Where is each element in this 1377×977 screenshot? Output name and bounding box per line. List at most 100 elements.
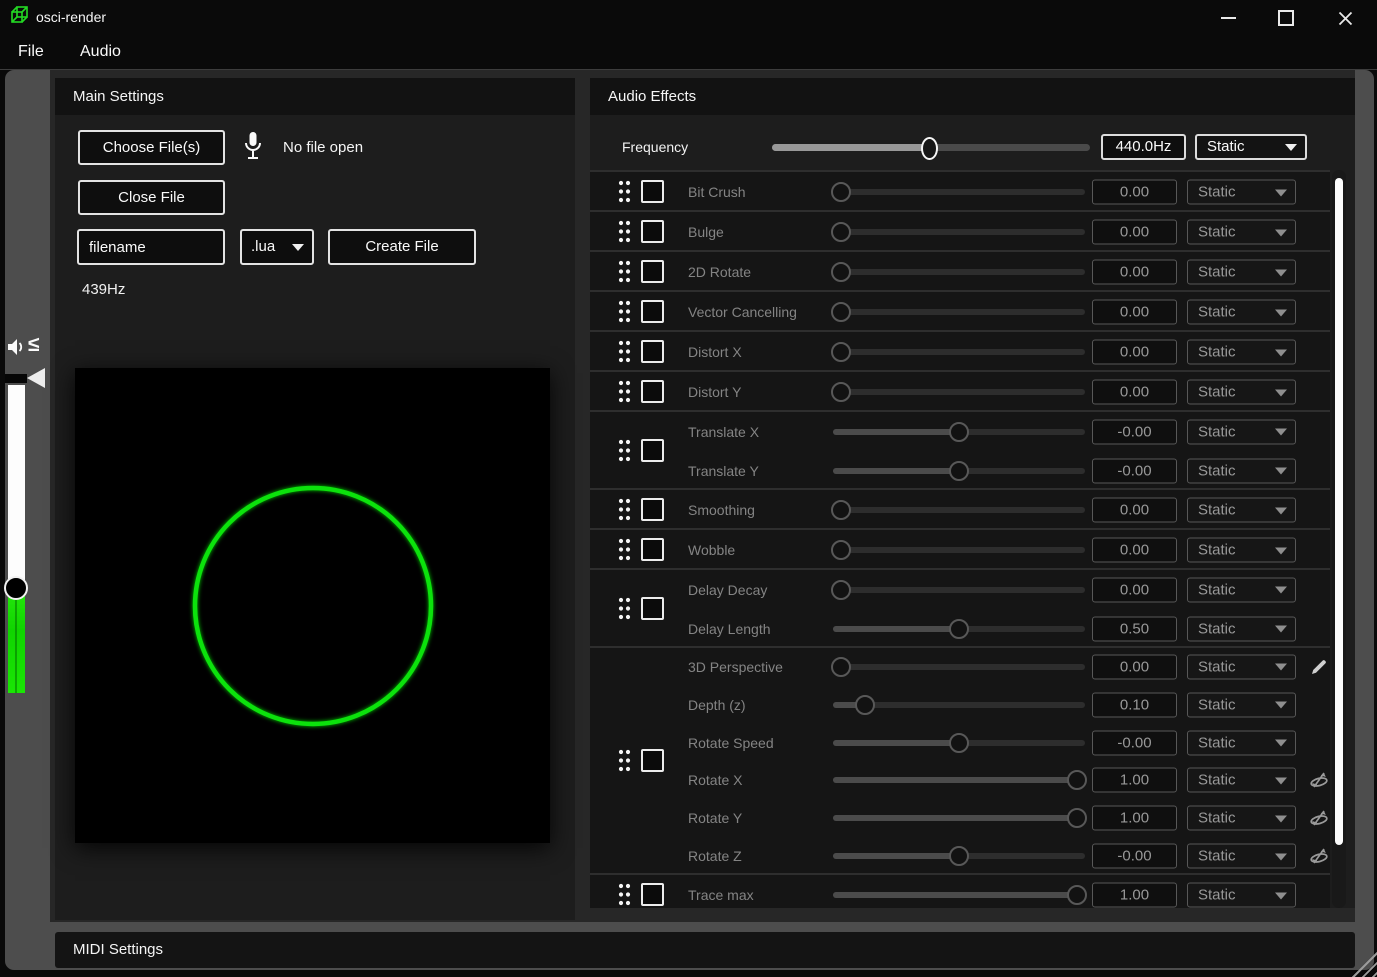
effect-slider-thumb[interactable] xyxy=(831,302,851,322)
effect-animation-dropdown[interactable]: Static xyxy=(1187,692,1296,717)
effect-slider-thumb[interactable] xyxy=(831,262,851,282)
effect-value-box[interactable]: 0.00 xyxy=(1092,300,1177,325)
effect-animation-dropdown[interactable]: Static xyxy=(1187,806,1296,831)
effect-slider-thumb[interactable] xyxy=(831,342,851,362)
microphone-icon[interactable] xyxy=(243,131,263,163)
effect-slider-thumb[interactable] xyxy=(831,657,851,677)
effect-value-box[interactable]: 0.00 xyxy=(1092,340,1177,365)
effects-scrollbar[interactable] xyxy=(1332,170,1346,908)
effect-animation-dropdown[interactable]: Static xyxy=(1187,458,1296,483)
effect-value-box[interactable]: 0.00 xyxy=(1092,180,1177,205)
frequency-animation-dropdown[interactable]: Static xyxy=(1195,134,1307,160)
effect-value-box[interactable]: -0.00 xyxy=(1092,730,1177,755)
rotate-axis-icon[interactable] xyxy=(1308,807,1330,829)
effect-animation-dropdown[interactable]: Static xyxy=(1187,538,1296,563)
effect-value-box[interactable]: 0.00 xyxy=(1092,220,1177,245)
rotate-axis-icon[interactable] xyxy=(1308,845,1330,867)
effect-slider[interactable] xyxy=(833,229,1085,235)
edit-pencil-icon[interactable] xyxy=(1308,656,1330,678)
effect-animation-dropdown[interactable]: Static xyxy=(1187,180,1296,205)
extension-dropdown[interactable]: .lua xyxy=(240,229,314,265)
effect-animation-value: Static xyxy=(1198,264,1236,281)
effect-slider[interactable] xyxy=(833,309,1085,315)
effect-slider-thumb[interactable] xyxy=(831,222,851,242)
midi-settings-panel[interactable]: MIDI Settings xyxy=(55,932,1355,968)
effect-value-box[interactable]: -0.00 xyxy=(1092,419,1177,444)
effect-slider-fill xyxy=(833,468,959,474)
effect-slider[interactable] xyxy=(833,349,1085,355)
effect-value-box[interactable]: 0.00 xyxy=(1092,538,1177,563)
effect-value-box[interactable]: 0.00 xyxy=(1092,577,1177,602)
effect-value-box[interactable]: 1.00 xyxy=(1092,806,1177,831)
effect-slider[interactable] xyxy=(833,269,1085,275)
volume-max-marker xyxy=(5,374,27,383)
effect-slider-thumb[interactable] xyxy=(949,461,969,481)
effect-animation-dropdown[interactable]: Static xyxy=(1187,616,1296,641)
effect-slider-thumb[interactable] xyxy=(831,182,851,202)
create-file-button[interactable]: Create File xyxy=(328,229,476,265)
menu-file[interactable]: File xyxy=(12,36,50,69)
effect-value-box[interactable]: 1.00 xyxy=(1092,768,1177,793)
close-button[interactable] xyxy=(1322,0,1368,36)
effect-slider-thumb[interactable] xyxy=(949,619,969,639)
effect-slider-thumb[interactable] xyxy=(831,382,851,402)
effect-animation-dropdown[interactable]: Static xyxy=(1187,844,1296,869)
effect-slider-thumb[interactable] xyxy=(831,580,851,600)
effect-slider-thumb[interactable] xyxy=(1067,885,1087,905)
effect-value-box[interactable]: 0.00 xyxy=(1092,380,1177,405)
effect-slider[interactable] xyxy=(833,815,1085,821)
effect-slider-thumb[interactable] xyxy=(949,846,969,866)
frequency-slider-thumb[interactable] xyxy=(921,137,938,160)
effect-animation-dropdown[interactable]: Static xyxy=(1187,419,1296,444)
rotate-axis-icon[interactable] xyxy=(1308,769,1330,791)
effect-animation-dropdown[interactable]: Static xyxy=(1187,300,1296,325)
menu-audio[interactable]: Audio xyxy=(74,36,127,69)
effect-slider-thumb[interactable] xyxy=(831,540,851,560)
maximize-button[interactable] xyxy=(1263,0,1309,36)
app-cube-icon xyxy=(10,5,30,25)
effect-animation-dropdown[interactable]: Static xyxy=(1187,498,1296,523)
effect-slider-thumb[interactable] xyxy=(949,422,969,442)
effect-animation-dropdown[interactable]: Static xyxy=(1187,380,1296,405)
effect-slider[interactable] xyxy=(833,547,1085,553)
choose-file-button[interactable]: Choose File(s) xyxy=(78,130,225,165)
effect-animation-dropdown[interactable]: Static xyxy=(1187,768,1296,793)
effect-animation-value: Static xyxy=(1198,658,1236,675)
effect-slider[interactable] xyxy=(833,189,1085,195)
minimize-button[interactable] xyxy=(1205,0,1251,36)
filename-input[interactable] xyxy=(77,229,225,265)
effect-slider-thumb[interactable] xyxy=(1067,808,1087,828)
effect-value-box[interactable]: 1.00 xyxy=(1092,883,1177,908)
effect-slider[interactable] xyxy=(833,777,1085,783)
effect-value-box[interactable]: 0.00 xyxy=(1092,260,1177,285)
effect-value-box[interactable]: -0.00 xyxy=(1092,844,1177,869)
effect-animation-dropdown[interactable]: Static xyxy=(1187,340,1296,365)
volume-slider-thumb[interactable] xyxy=(4,576,28,600)
effect-slider[interactable] xyxy=(833,389,1085,395)
frequency-value-box[interactable]: 440.0Hz xyxy=(1101,134,1186,160)
effect-animation-dropdown[interactable]: Static xyxy=(1187,654,1296,679)
effect-slider[interactable] xyxy=(833,892,1085,898)
effect-value-box[interactable]: 0.10 xyxy=(1092,692,1177,717)
effect-slider-thumb[interactable] xyxy=(1067,770,1087,790)
effect-animation-dropdown[interactable]: Static xyxy=(1187,577,1296,602)
volume-threshold-arrow[interactable] xyxy=(27,368,45,388)
effects-scrollbar-thumb[interactable] xyxy=(1335,178,1343,845)
effect-value-box[interactable]: -0.00 xyxy=(1092,458,1177,483)
volume-track[interactable] xyxy=(8,385,25,589)
effect-value-box[interactable]: 0.50 xyxy=(1092,616,1177,641)
effect-value-box[interactable]: 0.00 xyxy=(1092,654,1177,679)
effect-animation-dropdown[interactable]: Static xyxy=(1187,260,1296,285)
effect-slider[interactable] xyxy=(833,507,1085,513)
effect-slider-thumb[interactable] xyxy=(949,733,969,753)
effect-slider-thumb[interactable] xyxy=(831,500,851,520)
effect-value-box[interactable]: 0.00 xyxy=(1092,498,1177,523)
frequency-slider[interactable] xyxy=(772,144,1090,151)
effect-slider[interactable] xyxy=(833,587,1085,593)
close-file-button[interactable]: Close File xyxy=(78,180,225,215)
effect-animation-dropdown[interactable]: Static xyxy=(1187,730,1296,755)
effect-animation-dropdown[interactable]: Static xyxy=(1187,220,1296,245)
effect-slider[interactable] xyxy=(833,664,1085,670)
effect-animation-dropdown[interactable]: Static xyxy=(1187,883,1296,908)
effect-slider-thumb[interactable] xyxy=(855,695,875,715)
